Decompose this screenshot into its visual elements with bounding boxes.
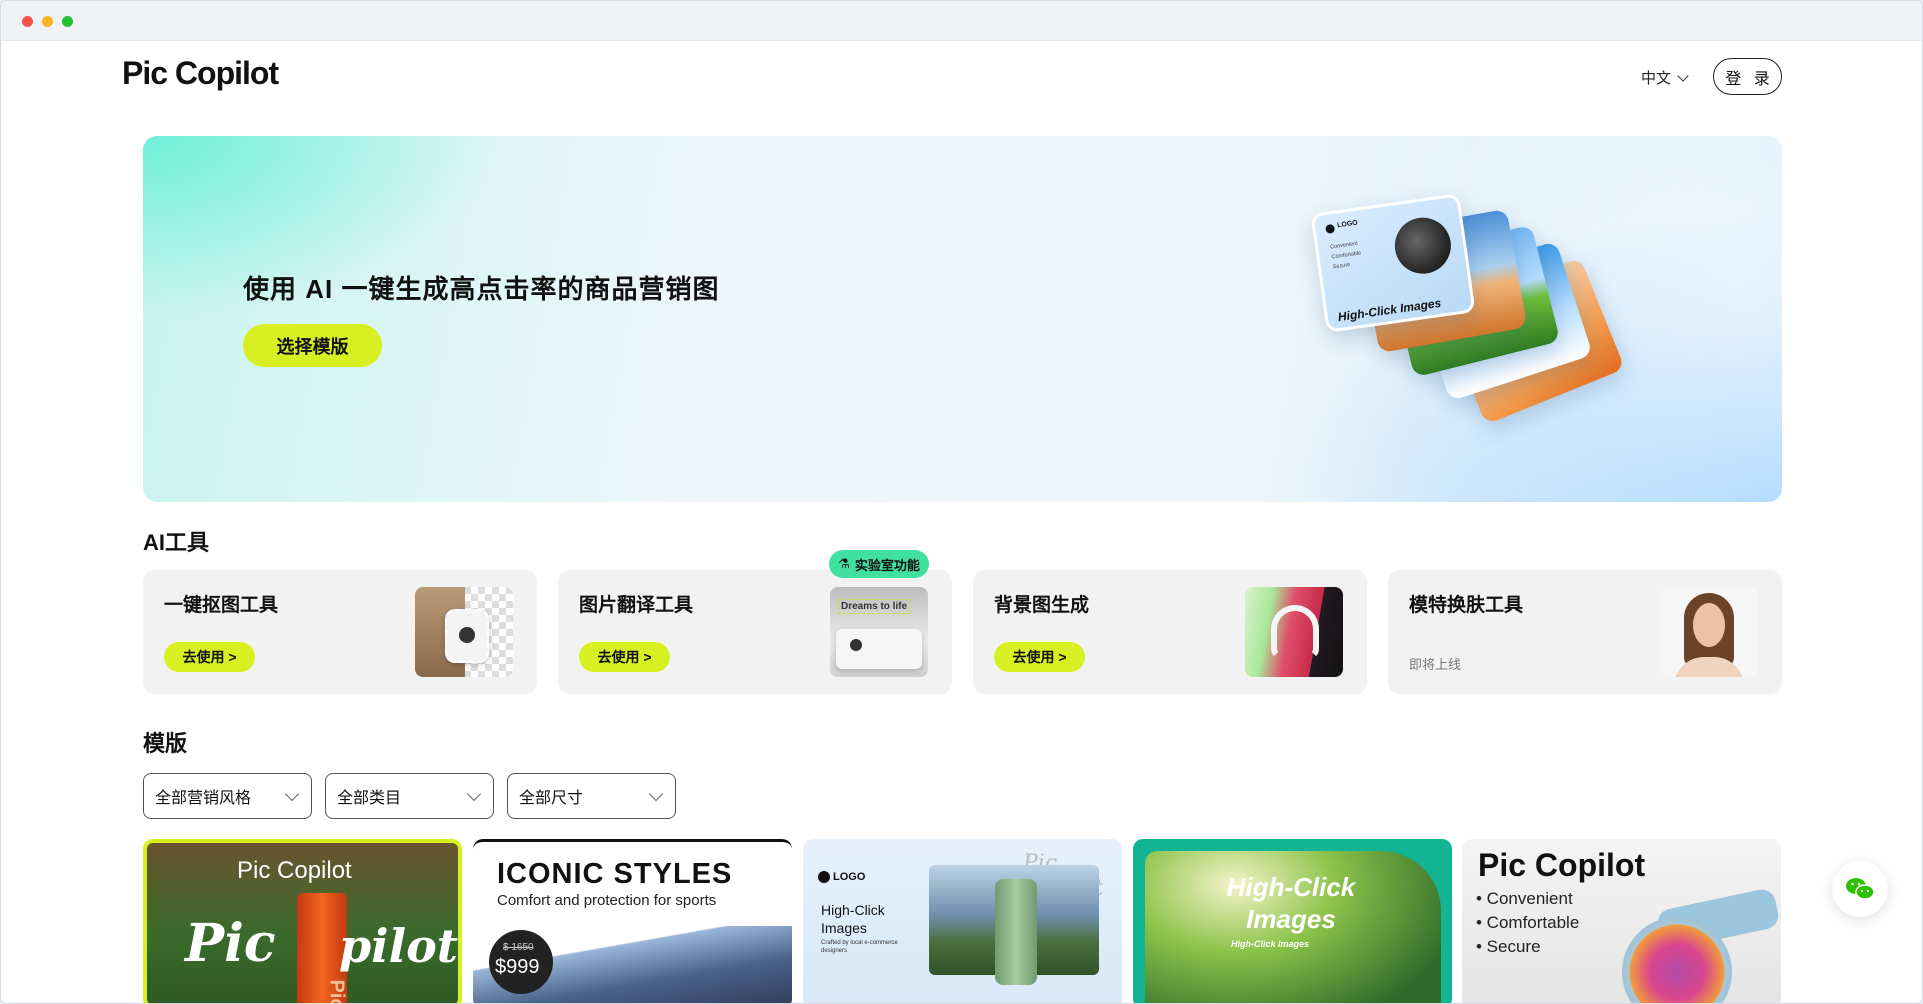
filter-label: 全部尺寸 [519, 790, 584, 807]
template-card-feature: • Convenient [1476, 889, 1573, 908]
wechat-support-button[interactable] [1832, 861, 1888, 917]
template-card[interactable]: Pic Copilot Pic Pic pilot [143, 839, 462, 1004]
tool-card-model[interactable]: 模特换肤工具 即将上线 [1388, 570, 1782, 694]
card-logo-icon [1325, 223, 1336, 234]
site-header: Pic Copilot 中文 登 录 [1, 41, 1922, 111]
template-card-title: ICONIC STYLES [497, 858, 733, 890]
old-price: $ 1650 [503, 942, 534, 953]
category-filter-dropdown[interactable]: 全部类目 [325, 773, 494, 819]
login-button[interactable]: 登 录 [1713, 58, 1782, 95]
template-card[interactable]: High-Click Images High-Click Images [1133, 839, 1452, 1003]
card-logo-text: LOGO [1336, 219, 1359, 230]
ai-tools-heading: AI工具 [143, 530, 210, 555]
cutout-thumbnail [415, 587, 513, 677]
headphones-image [1271, 605, 1319, 659]
template-card-subtitle: High-Click Images [1231, 939, 1310, 949]
template-card-feature: • Comfortable [1476, 913, 1580, 932]
size-filter-dropdown[interactable]: 全部尺寸 [507, 773, 676, 819]
tool-name: 一键抠图工具 [164, 595, 279, 616]
projector-body [836, 629, 922, 669]
template-card-feature: • Secure [1476, 937, 1541, 956]
card-feature-2: Comfortable [1331, 250, 1362, 261]
filter-label: 全部营销风格 [155, 790, 252, 807]
model-face [1693, 603, 1725, 647]
tool-card-cutout[interactable]: 一键抠图工具 去使用 > [143, 570, 537, 694]
template-card[interactable]: ICONIC STYLES Comfort and protection for… [473, 839, 792, 1003]
filter-label: 全部类目 [337, 790, 402, 807]
template-card-vertical-text: Pic [325, 979, 348, 1004]
style-filter-dropdown[interactable]: 全部营销风格 [143, 773, 312, 819]
translate-thumbnail: Dreams to life [830, 587, 928, 677]
hero-banner: 使用 AI 一键生成高点击率的商品营销图 选择模版 LOGO Convenien… [143, 136, 1782, 502]
template-card-title: Pic Copilot [237, 857, 352, 884]
use-cutout-button[interactable]: 去使用 > [164, 642, 255, 672]
title-bar [1, 1, 1922, 41]
close-window-button[interactable] [22, 16, 33, 27]
stack-card-front: LOGO Convenient Comfortable Secure High-… [1310, 193, 1476, 333]
minimize-window-button[interactable] [42, 16, 53, 27]
logo-icon [818, 871, 830, 883]
use-translate-button[interactable]: 去使用 > [579, 642, 670, 672]
browser-window: Pic Copilot 中文 登 录 使用 AI 一键生成高点击率的商品营销图 … [0, 0, 1923, 1004]
chevron-down-icon [1677, 69, 1689, 82]
template-card-script-left: Pic [185, 913, 276, 974]
price-badge: $ 1650 $999 [489, 930, 553, 994]
template-card-subtitle: Comfort and protection for sports [497, 892, 717, 909]
tool-name: 背景图生成 [994, 595, 1090, 616]
template-card-script-right: pilot [339, 919, 459, 973]
template-card-title: Pic Copilot [1478, 847, 1646, 883]
use-background-button[interactable]: 去使用 > [994, 642, 1085, 672]
headphones-image [1391, 214, 1455, 278]
maximize-window-button[interactable] [62, 16, 73, 27]
template-card-title: High-Click Images [821, 902, 885, 936]
card-feature-1: Convenient [1329, 240, 1359, 251]
template-card[interactable]: LOGO High-Click Images Crafted by local … [803, 839, 1122, 1003]
tool-card-translate[interactable]: 图片翻译工具 去使用 > Dreams to life [558, 570, 952, 694]
language-selector[interactable]: 中文 [1641, 67, 1689, 88]
template-card-small-text: Crafted by local e-commerce designers [821, 940, 898, 954]
flask-icon: ⚗ [838, 556, 850, 571]
lab-feature-badge: ⚗ 实验室功能 [829, 550, 929, 578]
hero-image-stack: LOGO Convenient Comfortable Secure High-… [1308, 191, 1638, 451]
choose-template-button[interactable]: 选择模版 [243, 324, 382, 367]
tool-name: 图片翻译工具 [579, 595, 694, 616]
lab-feature-label: 实验室功能 [854, 557, 920, 573]
chevron-down-icon [648, 786, 664, 802]
templates-heading: 模版 [143, 731, 188, 756]
card-feature-3: Secure [1332, 261, 1351, 271]
chevron-down-icon [466, 786, 482, 802]
projector-lens [850, 639, 862, 651]
projector-lens [459, 627, 475, 643]
background-thumbnail [1245, 587, 1343, 677]
model-thumbnail [1660, 587, 1758, 677]
bottle-product [995, 879, 1037, 985]
tool-card-background[interactable]: 背景图生成 去使用 > [973, 570, 1367, 694]
coming-soon-label: 即将上线 [1409, 657, 1462, 672]
template-card-logo: LOGO [833, 871, 866, 883]
template-card-title: High-Click Images [1226, 872, 1356, 934]
site-logo[interactable]: Pic Copilot [122, 55, 279, 92]
chevron-down-icon [284, 786, 300, 802]
wechat-icon [1846, 878, 1875, 900]
hero-title: 使用 AI 一键生成高点击率的商品营销图 [243, 274, 720, 304]
tool-name: 模特换肤工具 [1409, 595, 1524, 616]
translate-thumb-text: Dreams to life [838, 599, 911, 614]
price: $999 [495, 956, 540, 978]
language-label: 中文 [1641, 70, 1672, 87]
template-card[interactable]: Pic Copilot • Convenient • Comfortable •… [1462, 839, 1781, 1003]
